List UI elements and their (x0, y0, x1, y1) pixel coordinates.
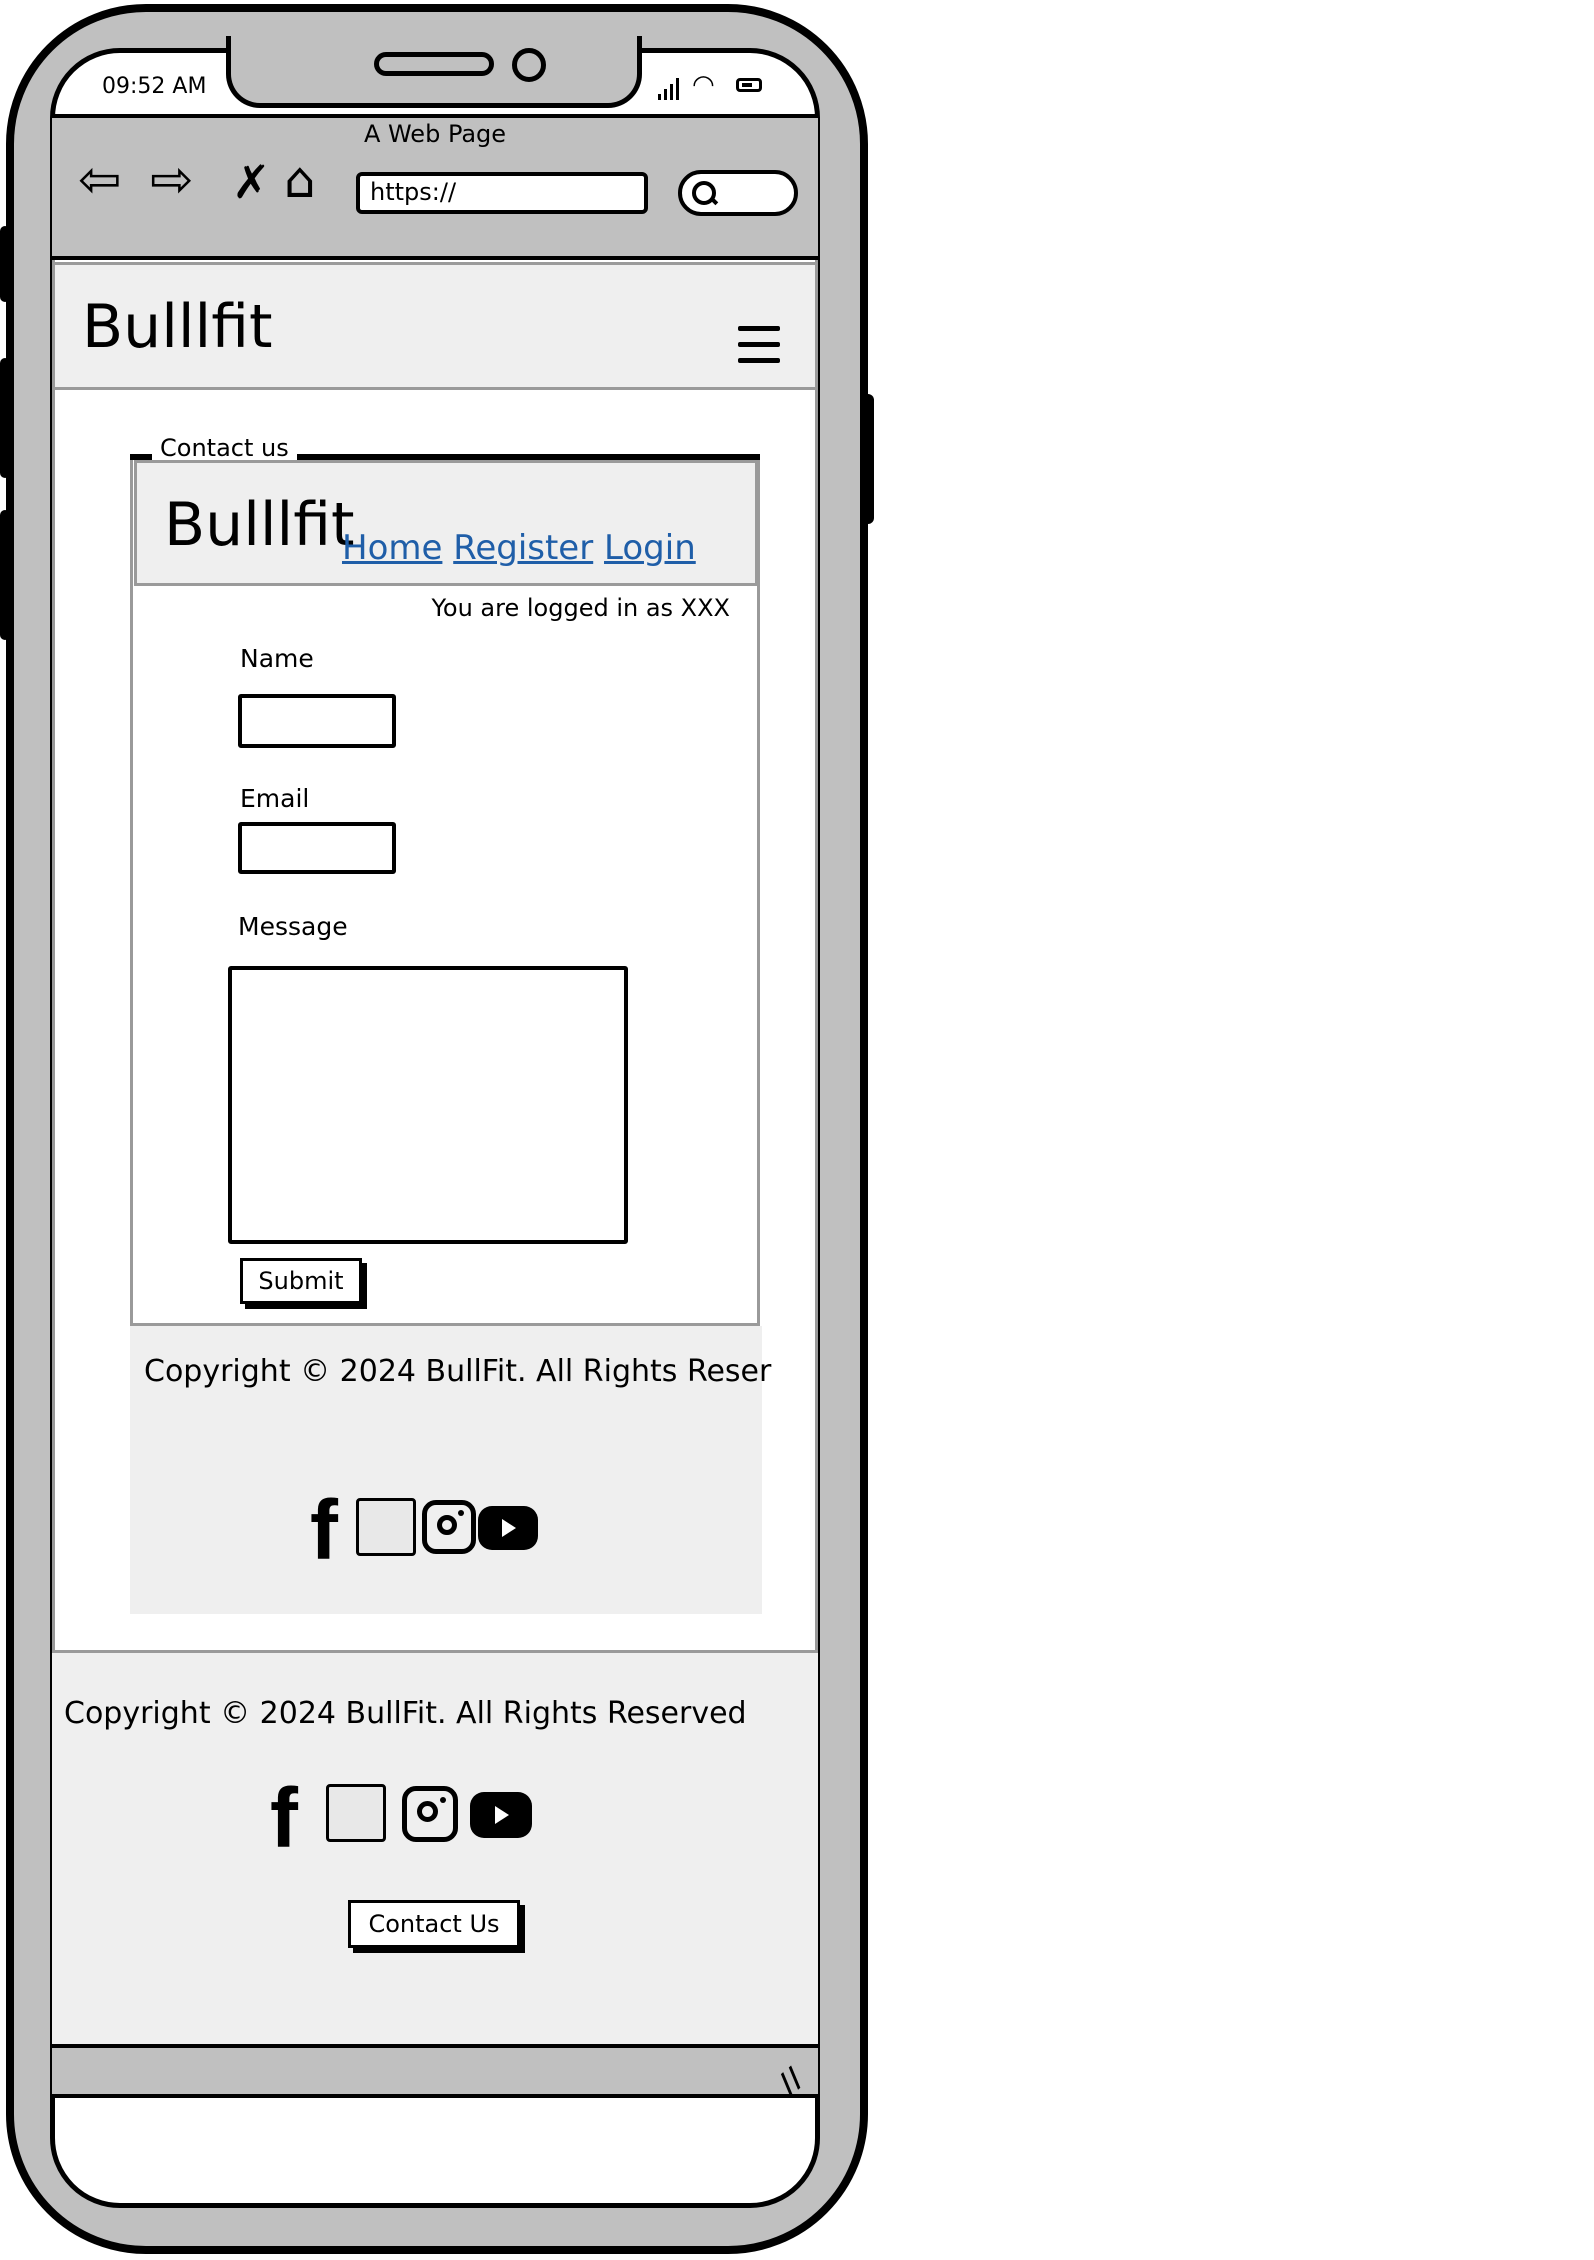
browser-search-field[interactable] (678, 170, 798, 216)
facebook-icon[interactable]: f (270, 1776, 298, 1860)
phone-power-button (862, 394, 874, 524)
footer-copyright: Copyright © 2024 BullFit. All Rights Res… (64, 1696, 747, 1731)
hamburger-icon[interactable] (738, 326, 780, 364)
url-input[interactable]: https:// (356, 172, 648, 214)
site-logo[interactable]: Bulllfit (82, 292, 273, 362)
instagram-icon[interactable] (402, 1786, 458, 1842)
home-icon[interactable]: ⌂ (284, 154, 316, 206)
contact-group-label: Contact us (152, 434, 297, 462)
nav-link-register[interactable]: Register (453, 528, 593, 568)
logged-in-status: You are logged in as XXX (431, 594, 730, 622)
battery-icon (736, 78, 762, 92)
nav-link-login[interactable]: Login (604, 528, 696, 568)
message-label: Message (238, 912, 348, 941)
speaker-icon (374, 52, 494, 76)
image-placeholder-icon[interactable] (356, 1498, 416, 1556)
email-input[interactable] (238, 822, 396, 874)
name-label: Name (240, 644, 314, 673)
inner-site-logo[interactable]: Bulllfit (164, 490, 355, 560)
phone-side-button (0, 226, 10, 302)
signal-icon (658, 76, 684, 100)
x-icon[interactable]: ✗ (232, 156, 271, 208)
email-label: Email (240, 784, 310, 813)
youtube-icon[interactable] (470, 1792, 532, 1838)
nav-link-home[interactable]: Home (342, 528, 442, 568)
youtube-icon[interactable] (478, 1506, 538, 1550)
message-textarea[interactable] (228, 966, 628, 1244)
status-time: 09:52 AM (102, 74, 207, 99)
arrow-left-icon[interactable]: ⇦ (78, 154, 122, 206)
search-icon (692, 181, 716, 205)
wifi-icon: ◠ (692, 70, 715, 100)
browser-bottom-bar (52, 2044, 818, 2098)
arrow-right-icon[interactable]: ⇨ (150, 154, 194, 206)
instagram-icon[interactable] (422, 1500, 476, 1554)
image-placeholder-icon[interactable] (326, 1784, 386, 1842)
facebook-icon[interactable]: f (310, 1488, 338, 1572)
phone-volume-down-button (0, 510, 10, 640)
browser-page-title: A Web Page (363, 120, 507, 148)
name-input[interactable] (238, 694, 396, 748)
contact-us-button[interactable]: Contact Us (348, 1900, 520, 1948)
inner-footer-copyright: Copyright © 2024 BullFit. All Rights Res… (144, 1354, 772, 1389)
phone-volume-up-button (0, 358, 10, 478)
inner-nav: Home Register Login (342, 528, 696, 568)
camera-icon (512, 48, 546, 82)
submit-button[interactable]: Submit (240, 1258, 362, 1304)
